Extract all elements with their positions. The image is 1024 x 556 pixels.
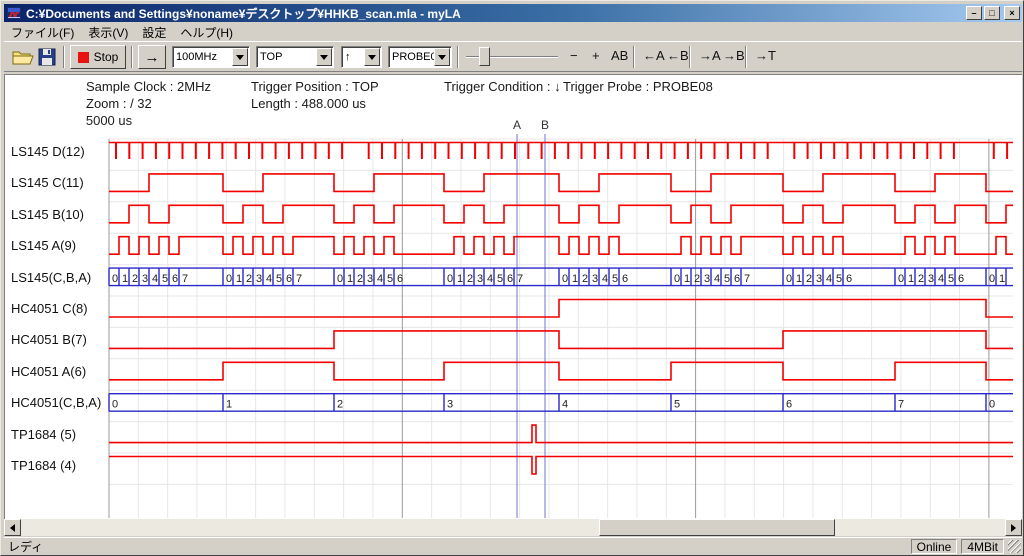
open-file-icon[interactable]	[12, 48, 34, 66]
chevron-down-icon	[236, 55, 244, 60]
status-ready-text: レディ	[8, 538, 911, 555]
toolbar-separator	[633, 46, 635, 68]
run-button[interactable]: →	[138, 45, 166, 69]
close-button[interactable]: ×	[1004, 6, 1020, 20]
jump-T-button[interactable]: →T	[752, 48, 779, 63]
resize-grip[interactable]	[1008, 540, 1021, 553]
toolbar-separator	[745, 46, 747, 68]
chevron-down-icon	[438, 55, 446, 60]
toolbar-separator	[131, 46, 133, 68]
menu-item-0[interactable]: ファイル(F)	[4, 22, 81, 43]
jump-B-button[interactable]: ←B	[664, 48, 692, 63]
trigger-probe-info: Trigger Probe : PROBE08	[563, 79, 713, 94]
channel-label-2: LS145 B(10)	[11, 207, 84, 222]
waveform-client-area	[4, 74, 1022, 519]
triangle-left-icon	[10, 524, 15, 532]
channel-label-3: LS145 A(9)	[11, 238, 76, 253]
maximize-button[interactable]: □	[984, 6, 1000, 20]
window-title: C:¥Documents and Settings¥noname¥デスクトップ¥…	[26, 5, 966, 22]
jump-B-button[interactable]: →B	[720, 48, 748, 63]
dropdown-button[interactable]	[434, 48, 450, 66]
dropdown-button[interactable]	[316, 48, 332, 66]
horizontal-scrollbar[interactable]	[4, 519, 1022, 536]
scrollbar-thumb[interactable]	[599, 519, 835, 536]
toolbar-separator	[63, 46, 65, 68]
channel-label-9: TP1684 (5)	[11, 427, 76, 442]
app-window: C:¥Documents and Settings¥noname¥デスクトップ¥…	[0, 0, 1024, 556]
trigger-position-combo[interactable]: TOP	[256, 46, 334, 68]
channel-label-4: LS145(C,B,A)	[11, 270, 91, 285]
zoom-slider-handle[interactable]	[479, 47, 490, 66]
sample-clock-combo[interactable]: 100MHz	[172, 46, 250, 68]
zoom-out-button[interactable]: −	[567, 48, 581, 63]
save-file-icon[interactable]	[38, 48, 56, 66]
channel-label-8: HC4051(C,B,A)	[11, 395, 101, 410]
scroll-right-button[interactable]	[1005, 519, 1022, 536]
app-icon	[6, 5, 22, 21]
stop-icon	[78, 52, 89, 63]
dropdown-button[interactable]	[364, 48, 380, 66]
channel-label-5: HC4051 C(8)	[11, 301, 88, 316]
run-arrow-icon: →	[145, 49, 160, 66]
status-online-badge: Online	[911, 539, 958, 554]
menu-item-1[interactable]: 表示(V)	[81, 22, 135, 43]
channel-label-1: LS145 C(11)	[11, 175, 84, 190]
trigger-probe-combo[interactable]: PROBE00	[388, 46, 452, 68]
menu-bar: ファイル(F)表示(V)設定ヘルプ(H)	[4, 23, 1022, 41]
chevron-down-icon	[320, 55, 328, 60]
toolbar: Stop → 100MHz TOP ↑ PROBE00 − + AB ←A←B→…	[4, 41, 1022, 72]
trigger-position-info: Trigger Position : TOP	[251, 79, 379, 94]
channel-label-7: HC4051 A(6)	[11, 364, 86, 379]
toolbar-separator	[457, 46, 459, 68]
status-memory-badge: 4MBit	[961, 539, 1004, 554]
menu-item-2[interactable]: 設定	[135, 22, 173, 43]
triangle-right-icon	[1011, 524, 1016, 532]
cursor-b-label[interactable]: B	[541, 118, 549, 132]
zoom-info: Zoom : / 32	[86, 96, 152, 111]
status-bar: レディ Online 4MBit	[4, 537, 1022, 555]
trigger-edge-combo[interactable]: ↑	[341, 46, 382, 68]
channel-label-6: HC4051 B(7)	[11, 332, 87, 347]
dropdown-button[interactable]	[232, 48, 248, 66]
toolbar-separator	[689, 46, 691, 68]
menu-item-3[interactable]: ヘルプ(H)	[173, 22, 240, 43]
title-bar[interactable]: C:¥Documents and Settings¥noname¥デスクトップ¥…	[4, 4, 1022, 22]
sample-clock-info: Sample Clock : 2MHz	[86, 79, 211, 94]
trigger-condition-info: Trigger Condition : ↓	[444, 79, 561, 94]
cursor-a-label[interactable]: A	[513, 118, 521, 132]
minimize-button[interactable]: –	[966, 6, 982, 20]
channel-label-10: TP1684 (4)	[11, 458, 76, 473]
scroll-left-button[interactable]	[4, 519, 21, 536]
chevron-down-icon	[368, 55, 376, 60]
stop-button[interactable]: Stop	[70, 45, 126, 69]
zoom-ab-button[interactable]: AB	[608, 48, 631, 63]
zoom-in-button[interactable]: +	[589, 48, 603, 63]
length-info: Length : 488.000 us	[251, 96, 366, 111]
time-axis-label: 5000 us	[86, 113, 132, 128]
channel-label-0: LS145 D(12)	[11, 144, 85, 159]
